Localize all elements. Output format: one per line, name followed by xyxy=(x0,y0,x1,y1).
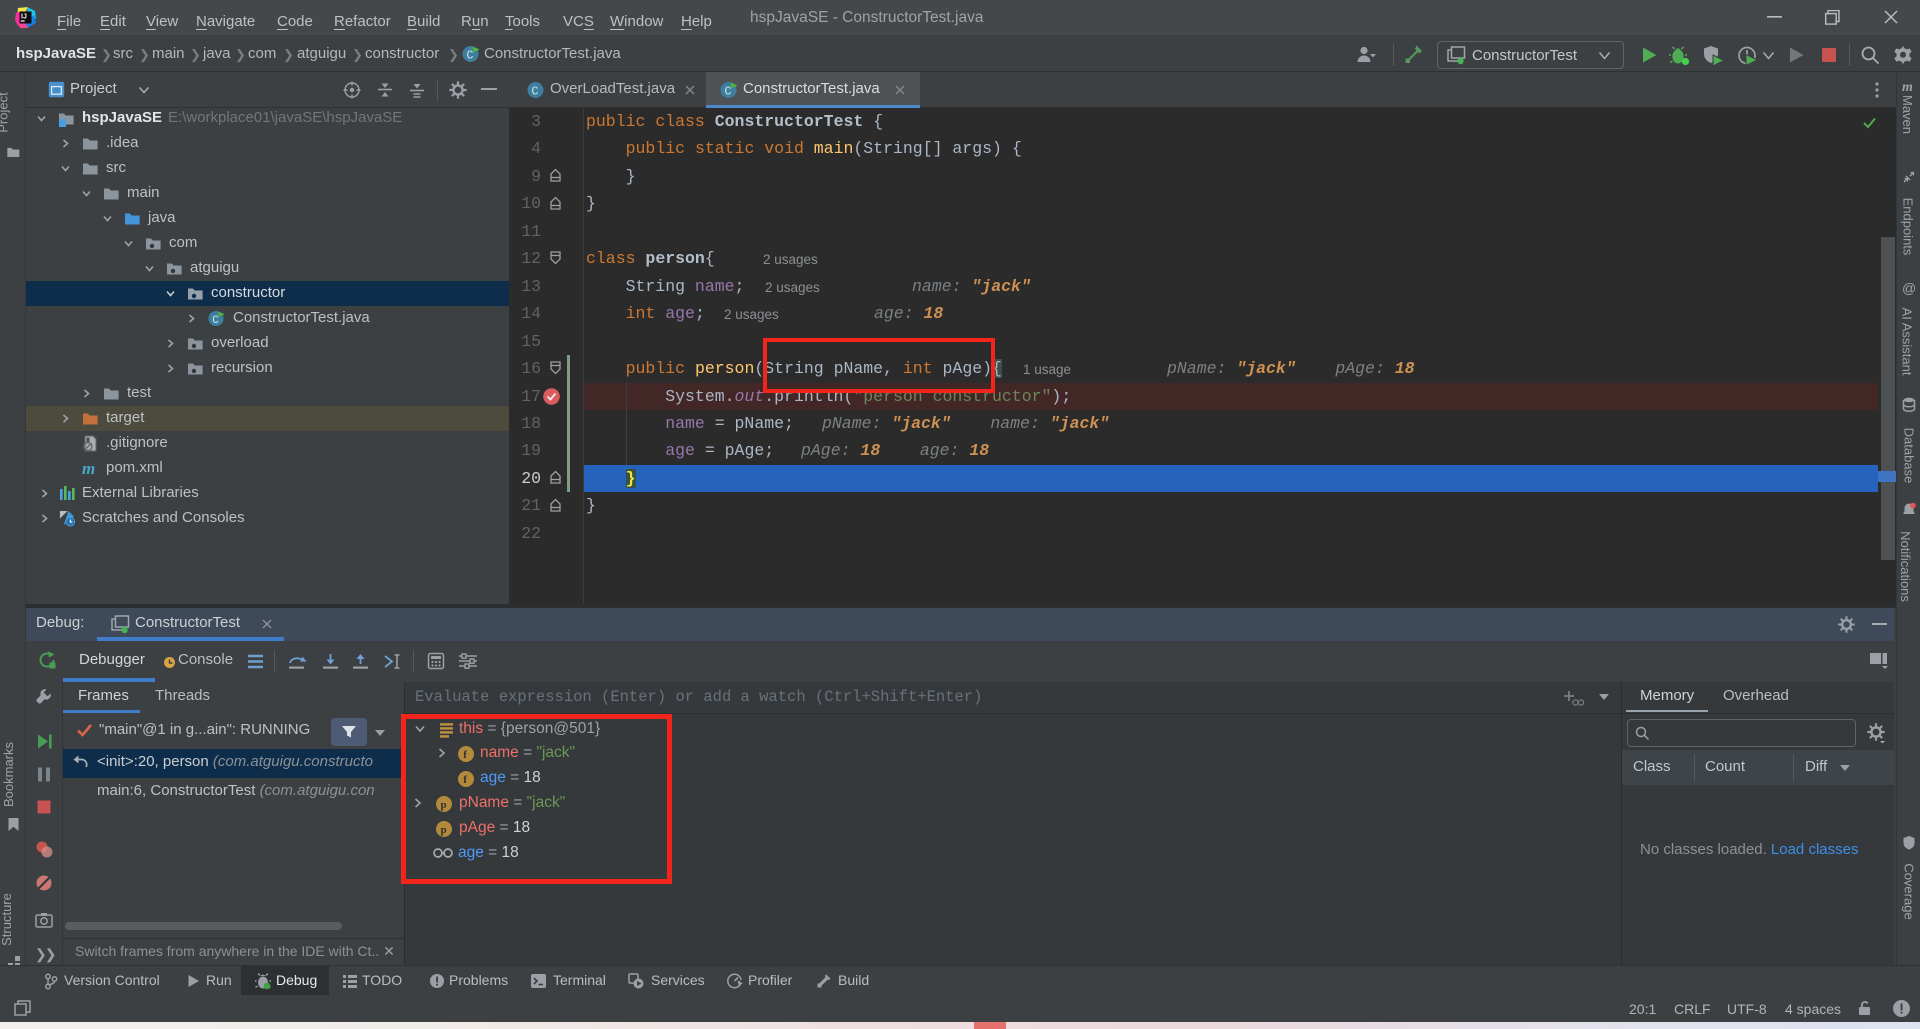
svg-text:C: C xyxy=(532,86,539,99)
svg-text:IJ: IJ xyxy=(21,14,27,21)
svg-text:C: C xyxy=(725,86,732,99)
svg-text:C: C xyxy=(467,50,474,63)
svg-text:C: C xyxy=(212,315,219,327)
svg-text:m: m xyxy=(82,460,95,477)
